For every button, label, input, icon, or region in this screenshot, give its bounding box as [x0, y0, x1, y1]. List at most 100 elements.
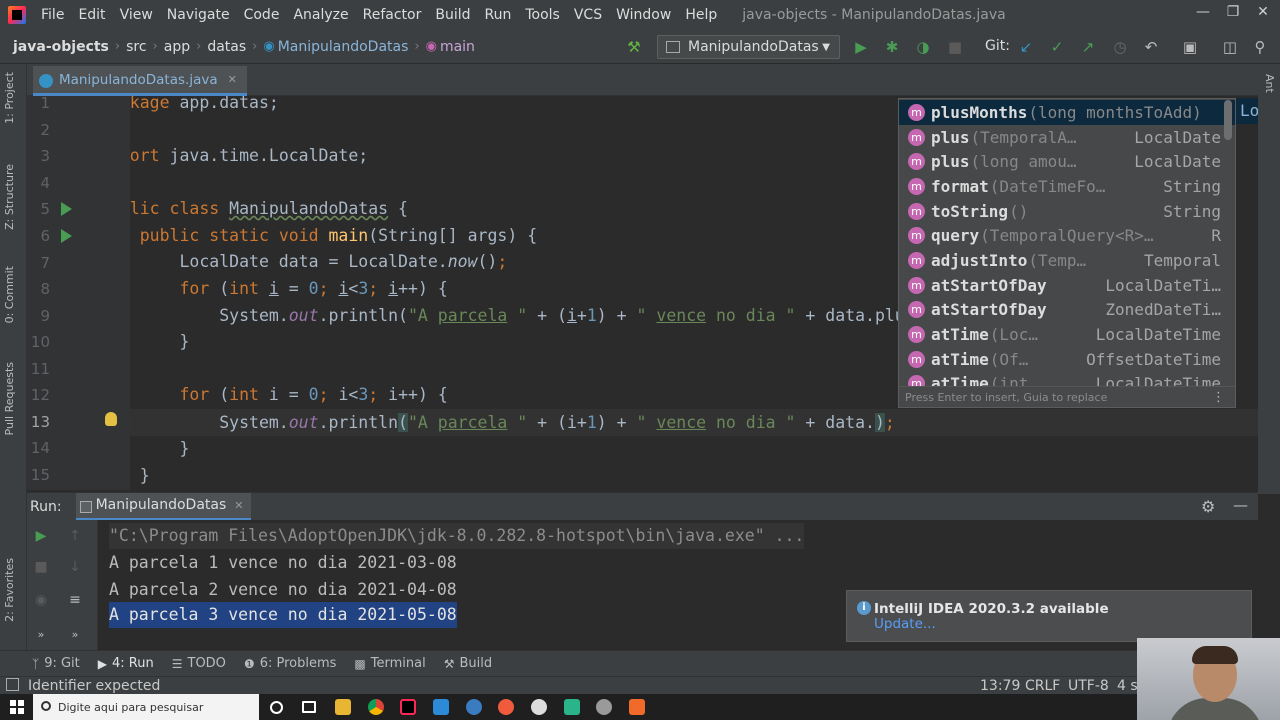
- file-explorer-icon[interactable]: [335, 699, 351, 715]
- run-tab-manipulandodatas[interactable]: ManipulandoDatas ✕: [75, 492, 252, 521]
- taskbar-search-box[interactable]: Digite aqui para pesquisar: [33, 694, 259, 720]
- cortana-icon[interactable]: [270, 701, 283, 714]
- bottom-tool-tabs: ᛉ 9: Git ▶ 4: Run ☰ TODO ❶ 6: Problems ▩…: [0, 650, 1280, 676]
- expand-more-icon[interactable]: »: [65, 628, 85, 641]
- settings-gear-icon[interactable]: ⚙: [1201, 497, 1215, 516]
- github-icon[interactable]: [531, 699, 547, 715]
- tool-tab-pull-requests[interactable]: Pull Requests: [3, 362, 16, 435]
- completion-item[interactable]: m query (TemporalQuery<R>… R: [899, 223, 1235, 248]
- settings-icon[interactable]: [596, 699, 612, 715]
- indent-setting[interactable]: 4 s: [1117, 678, 1138, 694]
- close-tab-icon[interactable]: ✕: [234, 499, 243, 512]
- scroll-up-icon[interactable]: ↑: [65, 528, 85, 544]
- lightbulb-icon[interactable]: [105, 412, 117, 426]
- completion-item[interactable]: m atStartOfDay LocalDateTi…: [899, 273, 1235, 298]
- chrome-icon[interactable]: [368, 699, 384, 715]
- rerun-icon[interactable]: ▶: [31, 528, 51, 544]
- completion-item[interactable]: m atTime (Of… OffsetDateTime: [899, 347, 1235, 372]
- windows-start-icon[interactable]: [10, 700, 24, 714]
- menu-file[interactable]: File: [34, 7, 71, 23]
- git-update-icon[interactable]: ↙: [1017, 38, 1035, 56]
- run-icon[interactable]: ▶: [852, 38, 870, 56]
- menu-window[interactable]: Window: [609, 7, 678, 23]
- tool-tab-project[interactable]: 1: Project: [3, 72, 16, 124]
- update-link[interactable]: Update...: [874, 616, 936, 632]
- minimize-icon[interactable]: —: [1188, 4, 1218, 20]
- completion-item[interactable]: m format (DateTimeFo… String: [899, 174, 1235, 199]
- menu-vcs[interactable]: VCS: [567, 7, 609, 23]
- completion-item[interactable]: m adjustInto (Temp… Temporal: [899, 248, 1235, 273]
- completion-type: LocalDateTi…: [1105, 275, 1221, 295]
- editor-tab-manipulandodatas[interactable]: ManipulandoDatas.java ✕: [33, 66, 247, 96]
- vscode-icon[interactable]: [433, 699, 449, 715]
- close-tab-icon[interactable]: ✕: [228, 73, 237, 86]
- menu-navigate[interactable]: Navigate: [160, 7, 237, 23]
- history-icon[interactable]: ◷: [1111, 38, 1129, 56]
- task-view-icon[interactable]: [302, 701, 316, 713]
- tool-tab-commit[interactable]: 0: Commit: [3, 266, 16, 323]
- git-commit-icon[interactable]: ✓: [1048, 38, 1066, 56]
- menu-view[interactable]: View: [113, 7, 160, 23]
- stop-icon[interactable]: ■: [946, 38, 964, 56]
- app-icon[interactable]: [466, 699, 482, 715]
- breadcrumb-src[interactable]: src: [126, 39, 146, 55]
- camera-icon[interactable]: ◉: [31, 592, 51, 608]
- panel-toggle-icon[interactable]: [6, 678, 19, 691]
- tool-tab-run[interactable]: ▶ 4: Run: [98, 656, 154, 671]
- expand-more-icon[interactable]: »: [31, 628, 51, 641]
- rollback-icon[interactable]: ↶: [1142, 38, 1160, 56]
- tool-tab-terminal[interactable]: ▩ Terminal: [354, 656, 425, 671]
- tool-tab-git[interactable]: ᛉ 9: Git: [32, 656, 80, 671]
- menu-build[interactable]: Build: [428, 7, 477, 23]
- breadcrumb-datas[interactable]: datas: [207, 39, 246, 55]
- breadcrumb-class[interactable]: ManipulandoDatas: [278, 39, 409, 55]
- tool-tab-favorites[interactable]: 2: Favorites: [3, 558, 16, 622]
- completion-item[interactable]: m atTime (Loc… LocalDateTime: [899, 322, 1235, 347]
- run-class-icon[interactable]: [61, 202, 72, 216]
- menu-code[interactable]: Code: [237, 7, 287, 23]
- run-configuration-select[interactable]: ManipulandoDatas ▼: [657, 35, 840, 59]
- menu-tools[interactable]: Tools: [518, 7, 567, 23]
- coverage-icon[interactable]: ◑: [914, 38, 932, 56]
- tool-tab-todo[interactable]: ☰ TODO: [172, 656, 226, 671]
- git-client-icon[interactable]: [498, 699, 514, 715]
- close-window-icon[interactable]: ✕: [1248, 4, 1278, 20]
- git-push-icon[interactable]: ↗: [1079, 38, 1097, 56]
- cursor-position[interactable]: 13:79: [980, 678, 1020, 694]
- menu-edit[interactable]: Edit: [71, 7, 112, 23]
- app-icon[interactable]: [629, 699, 645, 715]
- completion-item[interactable]: m plusMonths (long monthsToAdd): [899, 100, 1235, 125]
- app-icon[interactable]: [564, 699, 580, 715]
- run-main-icon[interactable]: [61, 229, 72, 243]
- tool-tab-problems[interactable]: ❶ 6: Problems: [244, 656, 336, 671]
- menu-run[interactable]: Run: [478, 7, 519, 23]
- hide-panel-icon[interactable]: —: [1233, 496, 1248, 514]
- completion-scrollbar[interactable]: [1224, 100, 1232, 140]
- project-structure-icon[interactable]: ▣: [1181, 38, 1199, 56]
- line-separator[interactable]: CRLF: [1025, 678, 1060, 694]
- completion-item[interactable]: m atStartOfDay ZonedDateTi…: [899, 297, 1235, 322]
- scroll-down-icon[interactable]: ↓: [65, 559, 85, 575]
- stop-icon[interactable]: ■: [31, 559, 51, 575]
- presentation-icon[interactable]: ◫: [1221, 38, 1239, 56]
- tool-tab-structure[interactable]: Z: Structure: [3, 164, 16, 230]
- search-everywhere-icon[interactable]: ⚲: [1251, 38, 1269, 56]
- breadcrumb-method[interactable]: main: [440, 39, 475, 55]
- restore-icon[interactable]: ❐: [1218, 4, 1248, 20]
- file-encoding[interactable]: UTF-8: [1068, 678, 1109, 694]
- intellij-icon[interactable]: [400, 699, 416, 715]
- tool-tab-ant[interactable]: Ant: [1263, 74, 1276, 93]
- tool-tab-build[interactable]: ⚒ Build: [444, 656, 492, 671]
- completion-item[interactable]: m plus (TemporalA… LocalDate: [899, 125, 1235, 150]
- completion-item[interactable]: m toString () String: [899, 199, 1235, 224]
- breadcrumb-project[interactable]: java-objects: [13, 39, 109, 55]
- more-options-icon[interactable]: ⋮: [1212, 387, 1225, 407]
- soft-wrap-icon[interactable]: ≡: [65, 592, 85, 608]
- debug-bug-icon[interactable]: ✱: [883, 38, 901, 56]
- menu-analyze[interactable]: Analyze: [286, 7, 355, 23]
- menu-help[interactable]: Help: [678, 7, 724, 23]
- breadcrumb-app[interactable]: app: [164, 39, 190, 55]
- menu-refactor[interactable]: Refactor: [356, 7, 429, 23]
- completion-item[interactable]: m plus (long amou… LocalDate: [899, 149, 1235, 174]
- build-hammer-icon[interactable]: ⚒: [625, 38, 643, 56]
